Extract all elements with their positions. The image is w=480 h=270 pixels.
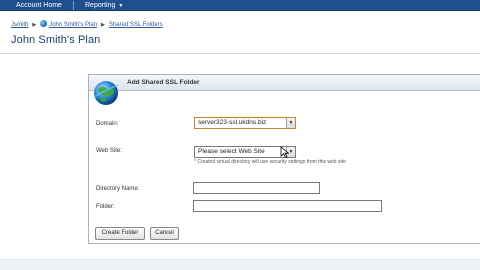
directory-name-input[interactable] [193, 182, 320, 194]
directory-name-label: Directory Name: [96, 186, 140, 192]
website-select-value: Please select Web Site [198, 148, 265, 155]
tab-account-home[interactable]: Account Home [8, 0, 70, 11]
chevron-down-icon[interactable]: ▼ [286, 118, 295, 128]
ssl-folder-globe-icon [93, 81, 119, 105]
chevron-down-icon: ▼ [118, 3, 124, 9]
create-folder-button[interactable]: Create Folder [95, 227, 145, 240]
page-title: John Smith's Plan [11, 34, 101, 46]
cancel-button[interactable]: Cancel [150, 227, 179, 240]
folder-input[interactable] [193, 200, 382, 212]
website-label: Web Site: [96, 148, 122, 154]
mouse-cursor-icon [280, 146, 290, 158]
globe-icon [40, 20, 48, 27]
folder-label: Folder: [96, 204, 115, 210]
tab-reporting-label: Reporting [85, 2, 116, 9]
breadcrumb-arrow-icon: ▶ [101, 22, 105, 28]
website-hint: * Created virtual directory will use sec… [194, 159, 346, 165]
breadcrumb-item-shared-ssl[interactable]: Shared SSL Folders [109, 22, 163, 28]
domain-label: Domain: [96, 121, 119, 127]
breadcrumb: Jsmith ▶ John Smith's Plan ▶ Shared SSL Fold… [11, 20, 163, 28]
domain-select[interactable]: server323-ssl.ukdns.biz ▼ [194, 117, 296, 129]
panel-header: Add Shared SSL Folder [89, 75, 480, 91]
top-navigation-bar: Account Home Reporting ▼ [0, 0, 480, 11]
panel-title: Add Shared SSL Folder [127, 79, 200, 86]
title-divider [0, 53, 480, 54]
tab-reporting[interactable]: Reporting ▼ [79, 0, 145, 11]
breadcrumb-item-plan[interactable]: John Smith's Plan [49, 22, 97, 28]
domain-select-value: server323-ssl.ukdns.biz [198, 119, 267, 126]
breadcrumb-item-user[interactable]: Jsmith [11, 22, 28, 28]
breadcrumb-arrow-icon: ▶ [32, 22, 37, 28]
footer-strip [0, 259, 480, 270]
tab-separator [73, 1, 74, 10]
